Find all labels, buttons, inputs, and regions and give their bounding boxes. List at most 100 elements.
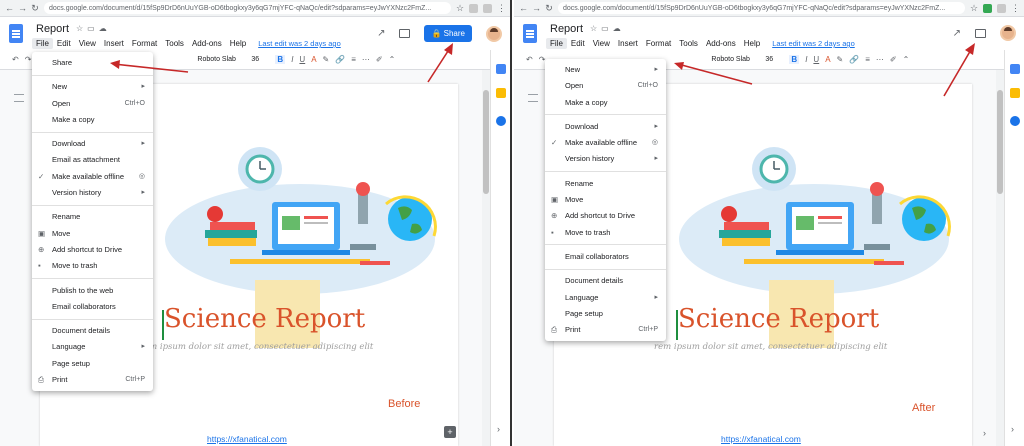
menu-file[interactable]: File	[32, 38, 53, 49]
reload-icon[interactable]: ↻	[31, 3, 39, 14]
menu-item-download[interactable]: Download ▸	[545, 119, 666, 135]
highlight-icon[interactable]: ✎	[837, 55, 844, 64]
profile-icon[interactable]	[997, 3, 1006, 13]
menu-item-make-a-copy[interactable]: Make a copy	[545, 95, 666, 111]
keep-icon[interactable]	[496, 88, 506, 98]
menu-addons[interactable]: Add-ons	[702, 38, 740, 49]
scrollbar-thumb[interactable]	[997, 90, 1003, 194]
menu-help[interactable]: Help	[740, 38, 764, 49]
extension-icon[interactable]	[469, 3, 478, 13]
doc-subtitle[interactable]: rem ipsum dolor sit amet, consectetuer a…	[654, 342, 887, 352]
bookmark-star-icon[interactable]: ☆	[456, 3, 464, 14]
menu-item-version-history[interactable]: Version history ▸	[545, 151, 666, 167]
menu-item-add-shortcut-to-drive[interactable]: ⊕ Add shortcut to Drive	[545, 208, 666, 224]
underline-icon[interactable]: U	[299, 55, 305, 64]
activity-dashboard-icon[interactable]: ↗	[377, 28, 385, 39]
more-icon[interactable]: ⋯	[362, 55, 370, 64]
menu-item-document-details[interactable]: Document details	[545, 273, 666, 289]
menu-view[interactable]: View	[75, 38, 100, 49]
menu-item-email-as-attachment[interactable]: Email as attachment	[32, 152, 153, 168]
menu-item-make-available-offline[interactable]: ✓ Make available offline ◎	[32, 169, 153, 185]
menu-insert[interactable]: Insert	[614, 38, 642, 49]
comment-history-icon[interactable]	[399, 29, 411, 38]
menu-item-language[interactable]: Language ▸	[545, 290, 666, 306]
menu-item-language[interactable]: Language ▸	[32, 339, 153, 355]
menu-edit[interactable]: Edit	[53, 38, 75, 49]
back-icon[interactable]: ←	[519, 3, 528, 13]
tasks-icon[interactable]	[1010, 116, 1020, 126]
keep-icon[interactable]	[1010, 88, 1020, 98]
bold-icon[interactable]: B	[789, 55, 800, 64]
doc-subtitle[interactable]: rem ipsum dolor sit amet, consectetuer a…	[140, 342, 373, 352]
docs-logo-icon[interactable]	[9, 24, 23, 43]
collapse-icon[interactable]: ⌃	[903, 55, 910, 64]
doc-title[interactable]: Report	[550, 23, 583, 35]
star-icon[interactable]: ☆	[590, 24, 601, 33]
menu-edit[interactable]: Edit	[567, 38, 589, 49]
doc-title[interactable]: Report	[36, 23, 69, 35]
avatar[interactable]	[486, 25, 502, 42]
menu-item-rename[interactable]: Rename	[32, 209, 153, 225]
vertical-scrollbar[interactable]	[482, 70, 490, 446]
vertical-scrollbar[interactable]	[996, 70, 1004, 446]
align-icon[interactable]: ≡	[351, 55, 356, 64]
menu-item-make-available-offline[interactable]: ✓ Make available offline ◎	[545, 135, 666, 151]
menu-item-move[interactable]: ▣ Move	[545, 192, 666, 208]
menu-item-move-to-trash[interactable]: ▪ Move to trash	[32, 258, 153, 274]
collapse-icon[interactable]: ⌃	[389, 55, 396, 64]
comment-history-icon[interactable]	[975, 28, 986, 38]
font-select[interactable]: Roboto Slab	[197, 56, 245, 63]
menu-item-make-a-copy[interactable]: Make a copy	[32, 112, 153, 128]
address-bar[interactable]: docs.google.com/document/d/15fSp9DrD6nUu…	[44, 2, 451, 14]
profile-icon[interactable]	[483, 3, 492, 13]
menu-item-open[interactable]: Open Ctrl+O	[32, 96, 153, 112]
undo-icon[interactable]: ↶	[526, 55, 533, 64]
text-color-icon[interactable]: A	[311, 55, 316, 64]
font-size-select[interactable]: 36	[251, 56, 269, 63]
menu-item-open[interactable]: Open Ctrl+O	[545, 78, 666, 94]
scrollbar-thumb[interactable]	[483, 90, 489, 194]
chevron-right-icon[interactable]: ›	[983, 428, 986, 438]
tasks-icon[interactable]	[496, 116, 506, 126]
menu-item-document-details[interactable]: Document details	[32, 323, 153, 339]
menu-view[interactable]: View	[589, 38, 614, 49]
undo-icon[interactable]: ↶	[12, 55, 19, 64]
text-color-icon[interactable]: A	[825, 55, 830, 64]
italic-icon[interactable]: I	[805, 55, 807, 64]
chevron-right-icon[interactable]: ›	[497, 424, 500, 434]
browser-menu-icon[interactable]: ⋮	[497, 3, 506, 14]
forward-icon[interactable]: →	[18, 3, 27, 13]
menu-item-download[interactable]: Download ▸	[32, 136, 153, 152]
menu-item-version-history[interactable]: Version history ▸	[32, 185, 153, 201]
browser-menu-icon[interactable]: ⋮	[1011, 3, 1020, 14]
menu-item-new[interactable]: New ▸	[32, 79, 153, 95]
highlight-icon[interactable]: ✎	[323, 55, 330, 64]
folder-icon[interactable]: ▭	[601, 24, 613, 33]
forward-icon[interactable]: →	[532, 3, 541, 13]
menu-item-move-to-trash[interactable]: ▪ Move to trash	[545, 225, 666, 241]
doc-heading[interactable]: Science Report	[678, 304, 879, 334]
menu-item-email-collaborators[interactable]: Email collaborators	[32, 299, 153, 315]
star-icon[interactable]: ☆	[76, 24, 87, 33]
underline-icon[interactable]: U	[813, 55, 819, 64]
editing-mode-icon[interactable]: ✐	[376, 55, 383, 64]
menu-format[interactable]: Format	[642, 38, 675, 49]
chevron-right-icon[interactable]: ›	[1011, 424, 1014, 434]
last-edit-link[interactable]: Last edit was 2 days ago	[258, 38, 341, 49]
align-icon[interactable]: ≡	[865, 55, 870, 64]
last-edit-link[interactable]: Last edit was 2 days ago	[772, 38, 855, 49]
footer-link[interactable]: https://xfanatical.com	[207, 434, 287, 444]
editing-mode-icon[interactable]: ✐	[890, 55, 897, 64]
menu-item-print[interactable]: ⎙ Print Ctrl+P	[32, 372, 153, 388]
menu-item-page-setup[interactable]: Page setup	[32, 356, 153, 372]
menu-item-add-shortcut-to-drive[interactable]: ⊕ Add shortcut to Drive	[32, 242, 153, 258]
menu-item-email-collaborators[interactable]: Email collaborators	[545, 249, 666, 265]
menu-item-rename[interactable]: Rename	[545, 176, 666, 192]
doc-heading[interactable]: Science Report	[164, 304, 365, 334]
bookmark-star-icon[interactable]: ☆	[970, 3, 978, 14]
menu-file[interactable]: File	[546, 38, 567, 49]
menu-item-new[interactable]: New ▸	[545, 62, 666, 78]
folder-icon[interactable]: ▭	[87, 24, 99, 33]
link-icon[interactable]: 🔗	[849, 55, 859, 64]
extension-icon[interactable]	[983, 3, 992, 13]
